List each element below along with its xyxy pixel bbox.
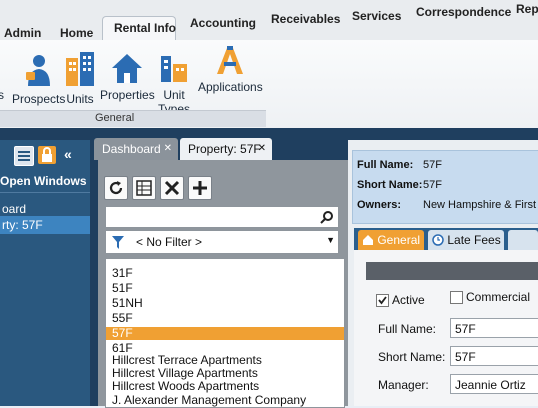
doc-tab-property-label: Property: 57F (188, 142, 261, 156)
active-label: Active (392, 293, 425, 307)
summary-short-name-label: Short Name: (357, 179, 423, 191)
list-item-selected[interactable]: 57F (106, 327, 344, 340)
summary-owners-value: New Hampshire & First I (423, 199, 538, 211)
units-button[interactable]: Units (64, 50, 96, 106)
list-item[interactable]: Hillcrest Woods Apartments (106, 380, 344, 393)
filter-value: < No Filter > (136, 235, 203, 249)
checkmark-icon (378, 296, 387, 305)
house-icon (112, 54, 143, 83)
properties-label: Properties (100, 88, 155, 102)
search-input[interactable] (105, 206, 339, 228)
refresh-icon (109, 181, 123, 195)
doc-tab-dashboard[interactable]: Dashboard ✕ (94, 138, 178, 160)
active-checkbox[interactable] (376, 294, 389, 307)
add-button[interactable] (188, 176, 212, 200)
short-name-field[interactable]: 57F (450, 346, 538, 366)
ribbon-tab-bar: Admin Home Rental Info Accounting Receiv… (0, 0, 538, 41)
doc-tab-property-57f[interactable]: Property: 57F ✕ (180, 138, 272, 160)
ribbon-group-label: General (95, 112, 135, 124)
sidebar: « Open Windows oard rty: 57F (0, 140, 90, 406)
manager-field[interactable]: Jeannie Ortiz (450, 374, 538, 394)
filter-select[interactable]: < No Filter > ▼ (105, 230, 339, 254)
tab-reports[interactable]: Rep (516, 2, 538, 16)
tab-late-fees-label: Late Fees (447, 233, 501, 247)
search-icon[interactable] (320, 210, 334, 224)
tab-late-fees[interactable]: Late Fees (428, 230, 504, 250)
property-summary: Full Name: 57F Short Name: 57F Owners: N… (352, 150, 538, 224)
close-icon[interactable]: ✕ (164, 138, 172, 160)
home-icon (363, 235, 373, 245)
refresh-button[interactable] (104, 176, 128, 200)
summary-full-name-value: 57F (423, 159, 442, 171)
unit-types-button[interactable]: Unit Types (156, 50, 192, 116)
ribbon-group-bar: General (0, 110, 266, 127)
open-window-property-57f[interactable]: rty: 57F (0, 216, 90, 234)
summary-owners-label: Owners: (357, 199, 402, 211)
summary-full-name-label: Full Name: (357, 159, 414, 171)
short-name-label: Short Name: (378, 350, 446, 364)
applications-button[interactable]: Applications (198, 44, 263, 94)
full-name-field[interactable]: 57F (450, 318, 538, 338)
commercial-label: Commercial (466, 290, 531, 304)
list-item[interactable]: 55F (106, 312, 344, 325)
close-icon[interactable]: ✕ (258, 138, 266, 160)
ribbon-button-label: s (0, 88, 4, 102)
list-item[interactable]: J. Alexander Management Company (106, 394, 344, 407)
open-windows-label: Open Windows (0, 174, 87, 188)
summary-short-name-value: 57F (423, 179, 442, 191)
tab-general-label: General (377, 233, 421, 247)
property-list: 31F 51F 51NH 55F 57F 61F Hillcrest Terra… (105, 258, 345, 408)
tab-home[interactable]: Home (60, 26, 93, 40)
list-icon[interactable] (14, 146, 34, 166)
list-toolbar (104, 176, 214, 200)
properties-button[interactable]: Properties (100, 52, 155, 102)
list-item[interactable]: 31F (106, 267, 344, 280)
form-header-bar (366, 262, 538, 280)
list-item[interactable]: 51F (106, 282, 344, 295)
commercial-checkbox[interactable] (450, 291, 463, 304)
filter-icon (112, 236, 124, 249)
grid-icon (136, 180, 152, 196)
tab-general[interactable]: General (358, 230, 424, 250)
tab-admin[interactable]: Admin (4, 26, 41, 40)
clock-icon (432, 234, 444, 246)
delete-button[interactable] (160, 176, 184, 200)
ribbon-button-partial[interactable]: s (0, 88, 4, 102)
chevron-down-icon[interactable]: ▼ (326, 235, 335, 245)
units-label: Units (66, 92, 94, 106)
units-icon (66, 52, 94, 86)
prospects-icon (25, 55, 50, 86)
collapse-icon[interactable]: « (64, 146, 82, 164)
plus-icon (193, 181, 207, 195)
tab-receivables[interactable]: Receivables (271, 12, 340, 26)
doc-tab-dashboard-label: Dashboard (102, 142, 161, 156)
unit-types-icon (161, 56, 187, 82)
list-item[interactable]: 51NH (106, 297, 344, 310)
tab-more[interactable] (508, 230, 538, 250)
tab-correspondence[interactable]: Correspondence (416, 5, 511, 19)
tab-services[interactable]: Services (352, 9, 401, 23)
manager-label: Manager: (378, 378, 429, 392)
lock-icon[interactable] (38, 146, 56, 164)
x-icon (164, 180, 180, 196)
applications-icon (217, 46, 244, 74)
full-name-label: Full Name: (378, 322, 437, 336)
sidebar-divider (0, 192, 90, 193)
prospects-button[interactable]: Prospects (12, 52, 65, 106)
applications-label: Applications (198, 80, 263, 94)
prospects-label: Prospects (12, 92, 66, 106)
tab-rental-info[interactable]: Rental Info (114, 21, 176, 35)
detail-tab-strip: General Late Fees (354, 228, 538, 250)
tab-accounting[interactable]: Accounting (190, 16, 256, 30)
grid-view-button[interactable] (132, 176, 156, 200)
